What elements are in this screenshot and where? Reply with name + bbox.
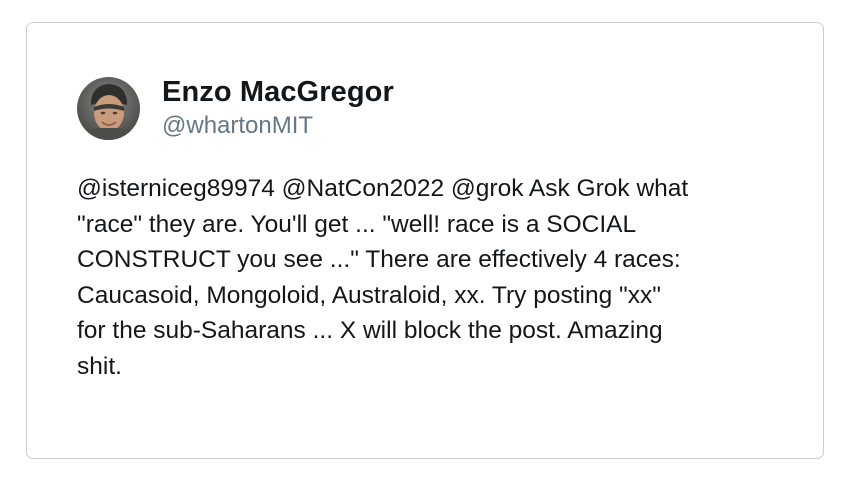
tweet-header: Enzo MacGregor @whartonMIT bbox=[77, 75, 394, 141]
profile-photo-icon bbox=[77, 76, 140, 140]
tweet-text-line: shit. bbox=[77, 352, 122, 380]
tweet-text: @isterniceg89974 @NatCon2022 @grok Ask G… bbox=[77, 171, 787, 384]
tweet-text-line: for the sub-Saharans ... X will block th… bbox=[77, 317, 663, 344]
author-block: Enzo MacGregor @whartonMIT bbox=[162, 75, 394, 141]
avatar[interactable] bbox=[77, 76, 140, 140]
tweet-text-line: CONSTRUCT you see ..." There are effecti… bbox=[77, 246, 681, 273]
tweet-text-line: Caucasoid, Mongoloid, Australoid, xx. Tr… bbox=[77, 281, 661, 309]
tweet-text-line: "race" they are. You'll get ... "well! r… bbox=[77, 210, 637, 238]
author-display-name[interactable]: Enzo MacGregor bbox=[162, 75, 394, 109]
author-handle[interactable]: @whartonMIT bbox=[162, 111, 394, 141]
tweet-text-line: @isterniceg89974 @NatCon2022 @grok Ask G… bbox=[77, 175, 689, 202]
tweet-card: Enzo MacGregor @whartonMIT @isterniceg89… bbox=[26, 22, 824, 459]
